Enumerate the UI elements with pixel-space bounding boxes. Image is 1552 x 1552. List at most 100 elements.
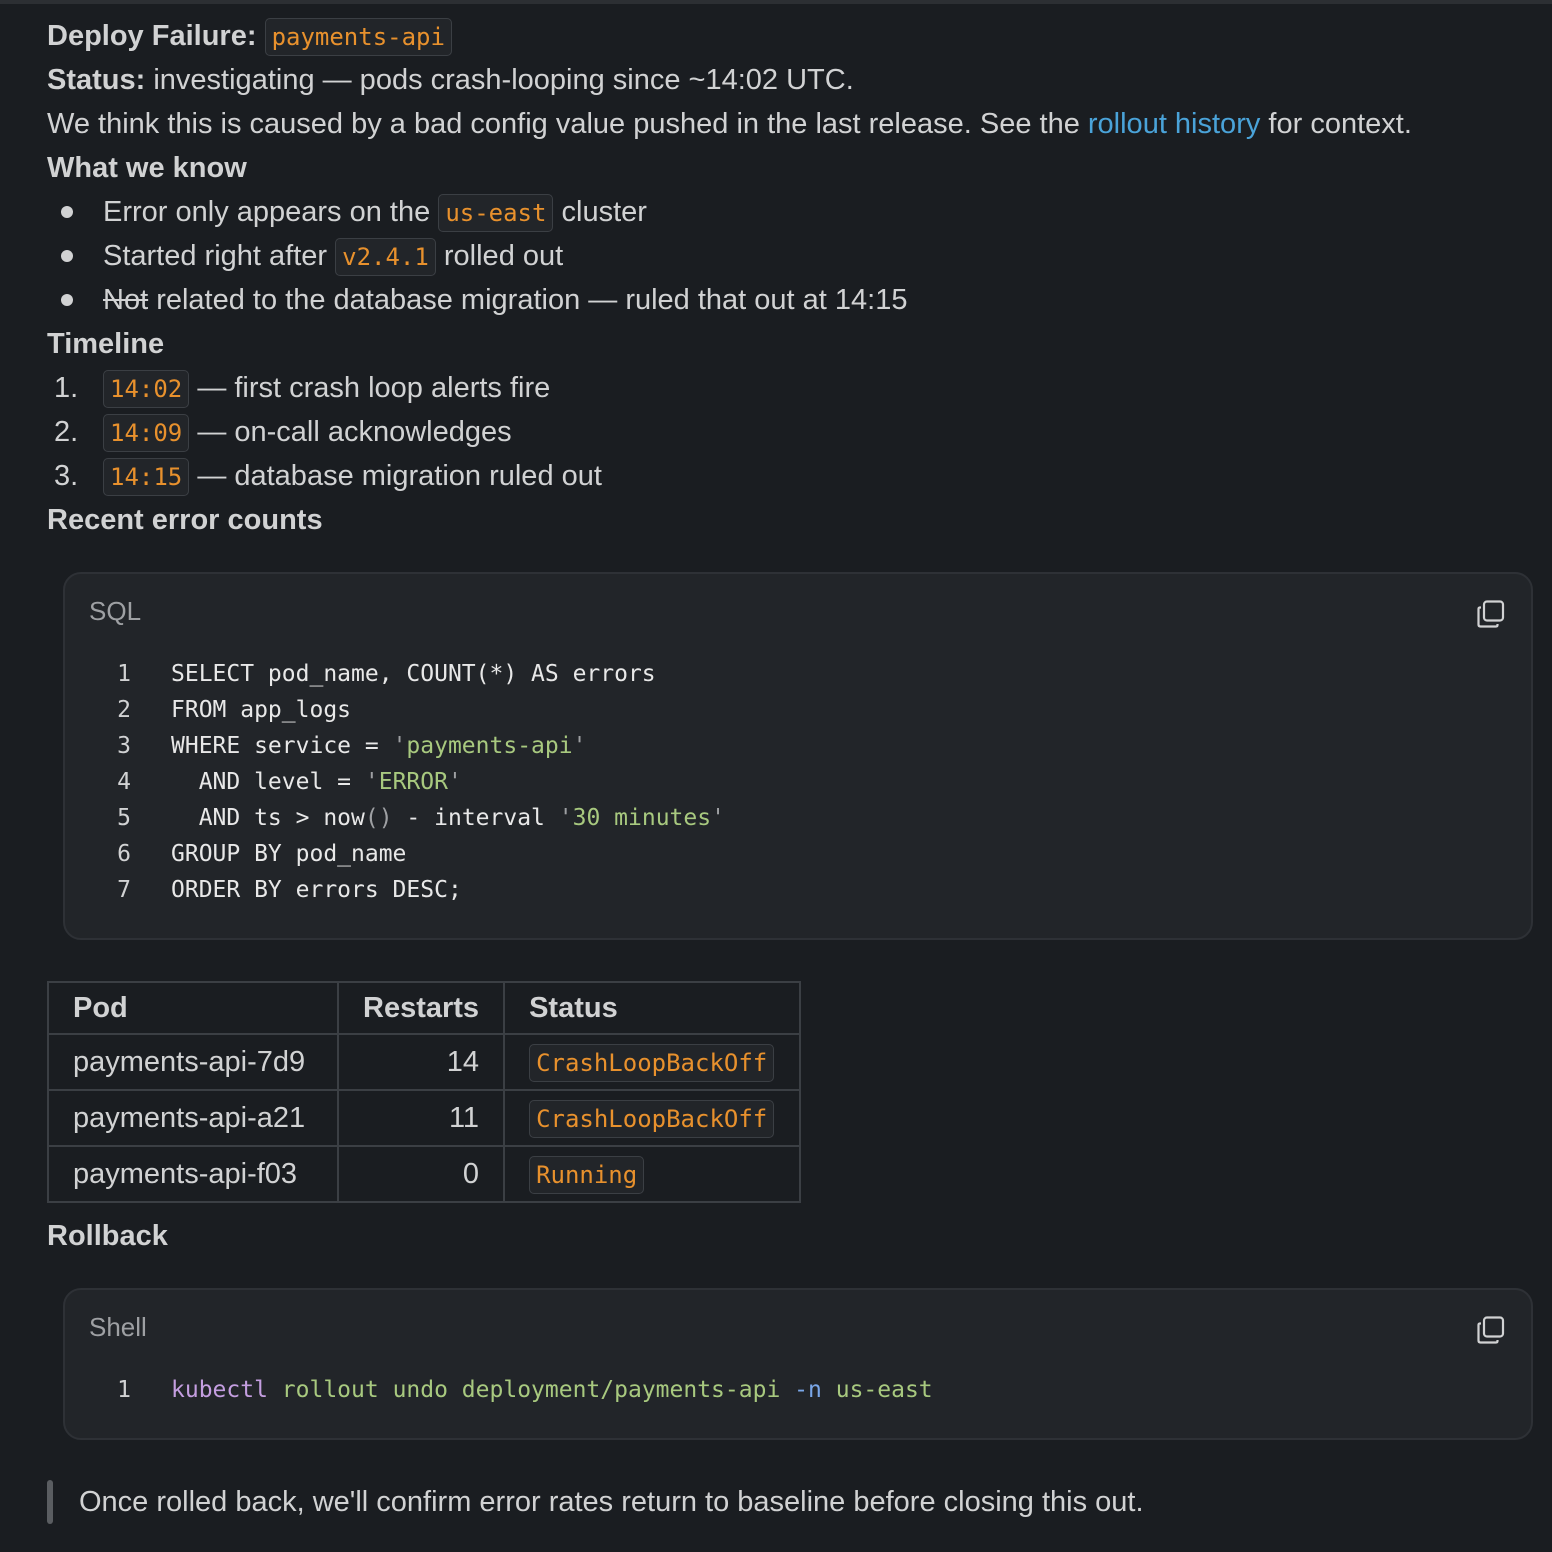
restarts-cell: 11 [336, 1089, 506, 1147]
timeline-item: 2. 14:09 — on-call acknowledges [47, 410, 1537, 454]
time-code: 14:15 [103, 458, 190, 496]
rollout-history-link[interactable]: rollout history [1088, 108, 1260, 140]
line-number: 4 [117, 769, 131, 795]
code-line: 7 ORDER BY errors DESC; [65, 872, 725, 908]
code-token: 30 minutes [572, 805, 712, 831]
list-item-text: rolled out [443, 240, 564, 272]
time-code: 14:02 [103, 370, 190, 408]
code-line: 4 AND level = 'ERROR' [65, 764, 725, 800]
code-line: 1 SELECT pod_name, COUNT(*) AS errors [65, 656, 725, 692]
status-label: Status: [47, 64, 146, 96]
line-number: 5 [117, 805, 131, 831]
quote-text: Once rolled back, we'll confirm error ra… [79, 1486, 1144, 1518]
line-number: 1 [117, 1377, 131, 1403]
code-line: 1 kubectl rollout undo deployment/payment… [65, 1372, 933, 1408]
intro-text-after: for context. [1268, 108, 1412, 140]
what-we-know-heading: What we know [47, 152, 247, 184]
code-line: 6 GROUP BY pod_name [65, 836, 725, 872]
list-number: 2. [54, 416, 79, 448]
title-line: Deploy Failure: payments-api [47, 14, 1537, 58]
inline-code: us-east [438, 194, 554, 232]
timeline-item: 1. 14:02 — first crash loop alerts fire [47, 366, 1537, 410]
sql-code-block: SQL 1 SELECT pod_name, COUNT(*) AS errors… [63, 572, 1533, 940]
list-item-text: Error only appears on the [103, 196, 431, 228]
code-token: GROUP BY pod_name [171, 841, 407, 867]
list-item: Error only appears on the us-east cluste… [47, 190, 1537, 234]
code-token: ' [447, 769, 462, 795]
restarts-cell: 0 [336, 1145, 506, 1203]
status-badge: CrashLoopBackOff [529, 1099, 775, 1138]
pod-name-cell: payments-api-f03 [47, 1145, 339, 1203]
list-number: 3. [54, 460, 79, 492]
list-item-text: related to the database migration — rule… [156, 284, 908, 316]
recent-errors-heading: Recent error counts [47, 504, 323, 536]
restarts-cell: 14 [336, 1033, 506, 1091]
code-line: 5 AND ts > now() - interval '30 minutes' [65, 800, 725, 836]
status-badge: CrashLoopBackOff [529, 1043, 775, 1082]
column-header: Restarts [336, 981, 506, 1035]
code-token: FROM app_logs [171, 697, 352, 723]
timeline-text: — first crash loop alerts fire [197, 372, 551, 404]
intro-line: We think this is caused by a bad config … [47, 102, 1537, 146]
quote-bar [47, 1480, 53, 1524]
code-lines: 1 kubectl rollout undo deployment/payment… [65, 1372, 933, 1408]
status-badge: Running [529, 1155, 645, 1194]
rollback-heading: Rollback [47, 1220, 168, 1252]
code-line: 3 WHERE service = 'payments-api' [65, 728, 725, 764]
pod-name-cell: payments-api-a21 [47, 1089, 339, 1147]
list-item-text: Started right after [103, 240, 328, 272]
line-number: 1 [117, 661, 131, 687]
timeline-heading: Timeline [47, 328, 165, 360]
list-item-text: cluster [561, 196, 647, 228]
code-token: rollout undo deployment/payments-api [281, 1377, 781, 1403]
service-code: payments-api [264, 18, 452, 56]
line-number: 2 [117, 697, 131, 723]
bullet-icon [61, 250, 73, 262]
intro-text-before: We think this is caused by a bad config … [47, 108, 1080, 140]
code-token: AND ts > now [171, 805, 365, 831]
code-token: SELECT pod_name, COUNT(*) AS errors [171, 661, 656, 687]
title-label: Deploy Failure: [47, 20, 257, 52]
pods-table: Pod Restarts Status payments-api-7d9 14 … [47, 981, 802, 1203]
shell-code-block: Shell 1 kubectl rollout undo deployment/p… [63, 1288, 1533, 1440]
list-item: Started right after v2.4.1 rolled out [47, 234, 1537, 278]
code-token: ORDER BY errors DESC; [171, 877, 462, 903]
status-cell: Running [503, 1145, 802, 1203]
list-item: Not related to the database migration — … [47, 278, 1537, 322]
pod-name-cell: payments-api-7d9 [47, 1033, 339, 1091]
line-number: 7 [117, 877, 131, 903]
time-code: 14:09 [103, 414, 190, 452]
code-token: -n [794, 1377, 822, 1403]
code-language-label: SQL [89, 596, 142, 626]
code-token: ' [558, 805, 573, 831]
status-cell: CrashLoopBackOff [503, 1033, 802, 1091]
code-lines: 1 SELECT pod_name, COUNT(*) AS errors 2 FRO… [65, 656, 725, 908]
code-language-label: Shell [89, 1312, 147, 1342]
timeline-item: 3. 14:15 — database migration ruled out [47, 454, 1537, 498]
copy-icon[interactable] [1477, 1316, 1505, 1344]
table-row: payments-api-7d9 14 CrashLoopBackOff [47, 1033, 802, 1091]
code-token: ' [572, 733, 587, 759]
status-text: investigating — pods crash-looping since… [153, 64, 854, 96]
blockquote: Once rolled back, we'll confirm error ra… [47, 1480, 1144, 1524]
status-cell: CrashLoopBackOff [503, 1089, 802, 1147]
code-token: AND level = [171, 769, 365, 795]
code-token: ' [364, 769, 379, 795]
code-token: payments-api [406, 733, 573, 759]
code-token: WHERE service = [171, 733, 393, 759]
code-token: kubectl [171, 1377, 268, 1403]
bullet-icon [61, 206, 73, 218]
message-body: Deploy Failure: payments-api Status: inv… [47, 14, 1537, 542]
code-token: us-east [835, 1377, 933, 1403]
line-number: 6 [117, 841, 131, 867]
status-line: Status: investigating — pods crash-loopi… [47, 58, 1537, 102]
line-number: 3 [117, 733, 131, 759]
timeline-text: — database migration ruled out [197, 460, 602, 492]
copy-icon[interactable] [1477, 600, 1505, 628]
bullet-icon [61, 294, 73, 306]
code-token: () [364, 805, 393, 831]
code-token: - interval [392, 805, 559, 831]
list-number: 1. [54, 372, 79, 404]
